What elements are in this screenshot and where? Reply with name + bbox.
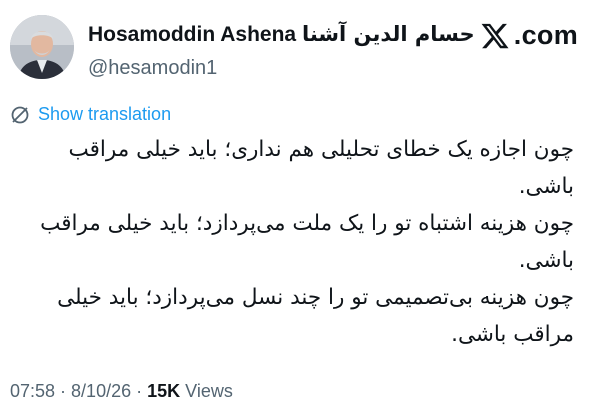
author-name-latin: Hosamoddin Ashena bbox=[88, 23, 297, 46]
tweet-header: Hosamoddin Ashena حسام الدین آشنا @hesam… bbox=[0, 0, 600, 96]
views-label: Views bbox=[180, 381, 233, 401]
x-logo-icon bbox=[481, 23, 509, 48]
show-translation-label: Show translation bbox=[38, 104, 172, 124]
tweet-line: چون اجازه یک خطای تحلیلی هم نداری؛ باید … bbox=[68, 137, 575, 199]
meta-separator: · bbox=[55, 381, 72, 401]
translate-globe-icon bbox=[11, 106, 29, 123]
tweet-time[interactable]: 07:58 bbox=[10, 381, 55, 401]
author-display-name[interactable]: Hosamoddin Ashena حسام الدین آشنا bbox=[88, 22, 475, 47]
tweet-text: چون اجازه یک خطای تحلیلی هم نداری؛ باید … bbox=[36, 131, 574, 353]
tweet-line: چون هزینه بی‌تصمیمی تو را چند نسل می‌پرد… bbox=[57, 285, 574, 347]
meta-separator: · bbox=[131, 381, 148, 401]
author-name-persian: حسام الدین آشنا bbox=[301, 22, 475, 46]
avatar[interactable] bbox=[10, 15, 74, 79]
show-translation-button[interactable]: Show translation bbox=[10, 104, 171, 125]
brand-text: .com bbox=[513, 20, 578, 50]
brand-logo: .com bbox=[480, 20, 578, 51]
tweet-meta: 07:58 · 8/10/26 · 15K Views bbox=[10, 381, 233, 402]
author-handle[interactable]: @hesamodin1 bbox=[88, 57, 475, 80]
author-info: Hosamoddin Ashena حسام الدین آشنا @hesam… bbox=[88, 22, 475, 80]
views-count: 15K bbox=[147, 381, 181, 401]
tweet-line: چون هزینه اشتباه تو را یک ملت می‌پردازد؛… bbox=[40, 211, 574, 273]
tweet-date[interactable]: 8/10/26 bbox=[71, 381, 131, 401]
profile-photo bbox=[10, 15, 74, 79]
